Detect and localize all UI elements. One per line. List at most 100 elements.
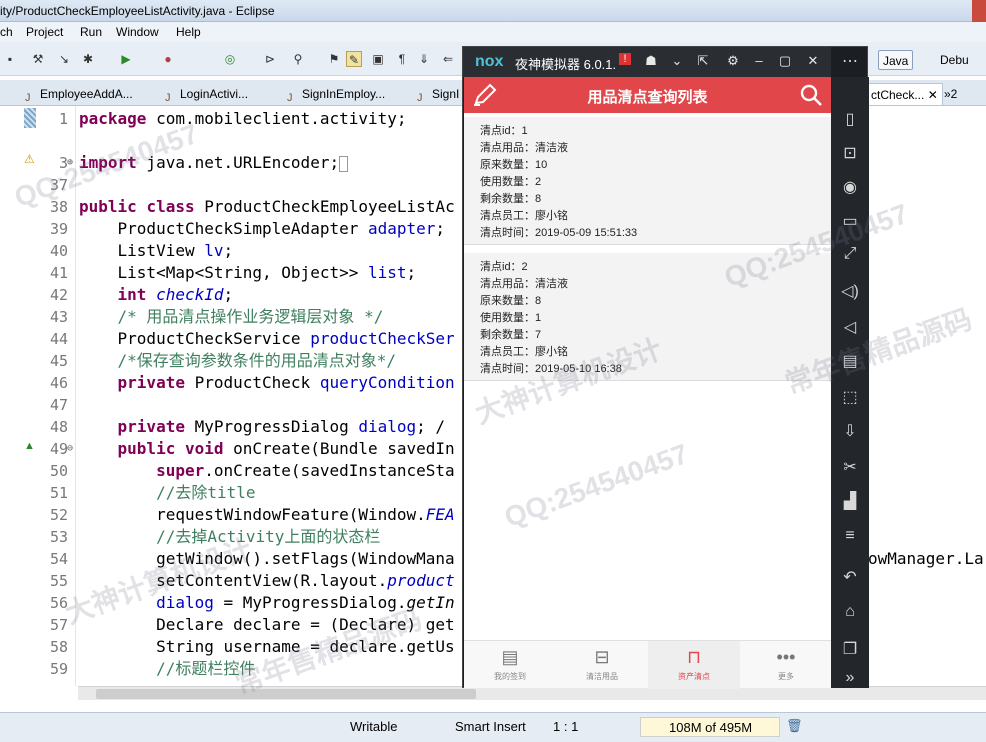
menu-project[interactable]: Project <box>26 25 63 39</box>
line-number: 47 <box>49 396 68 414</box>
tab-product-check-active[interactable]: ctCheck... ✕ <box>856 83 943 105</box>
menu-run[interactable]: Run <box>80 25 102 39</box>
chevron-down-icon[interactable]: ⌄ <box>669 53 685 69</box>
minimize-icon[interactable]: – <box>751 53 767 68</box>
fold-collapse-icon[interactable]: ⊖ <box>67 438 73 460</box>
tab-signin-employee[interactable]: J SignInEmploy... <box>284 83 385 105</box>
java-perspective-button[interactable]: Java <box>878 50 914 70</box>
menu-icon[interactable]: ≡ <box>831 527 869 545</box>
search-icon[interactable] <box>799 83 823 107</box>
more-icon: ••• <box>776 647 796 667</box>
toolbar-skip-icon[interactable]: ↘ <box>56 51 72 67</box>
back-arrow-icon[interactable]: ↶ <box>831 567 869 587</box>
emulator-sidebar: ⋯ ▯ ⊡ ◉ ▭ ⤢ ◁) ◁ ▤ ⬚ ⇩ ✂ ▟ ≡ ↶ ⌂ ❐ » <box>831 53 869 688</box>
nav-label: 我的签到 <box>494 672 526 681</box>
line-number: 56 <box>49 594 68 612</box>
scrollbar-thumb[interactable] <box>96 689 476 699</box>
tab-label: SignInEmploy... <box>302 87 386 101</box>
window-close-button[interactable] <box>972 0 986 22</box>
bottom-navigation: ▤ 我的签到 ⊟ 清洁用品 ⊓ 资产清点 ••• 更多 <box>464 640 832 689</box>
list-item[interactable]: 清点id：2 清点用品：清洁液 原来数量：8 使用数量：1 剩余数量：7 清点员… <box>464 253 831 381</box>
nav-more[interactable]: ••• 更多 <box>740 641 832 689</box>
screen-record-icon[interactable]: ⬚ <box>831 387 869 407</box>
menu-help[interactable]: Help <box>176 25 201 39</box>
apk-install-icon[interactable]: ⇩ <box>831 421 869 441</box>
phone-icon[interactable]: ▯ <box>831 109 869 129</box>
annotation-icon[interactable]: ⚑ <box>326 51 342 67</box>
external-tools-icon[interactable]: ● <box>160 51 176 67</box>
location-icon[interactable]: ◉ <box>831 177 869 197</box>
home-icon[interactable]: ⌂ <box>831 603 869 621</box>
pin-icon[interactable]: ⇱ <box>695 53 711 69</box>
back-icon[interactable]: ⇐ <box>440 51 456 67</box>
open-type-icon[interactable]: ⊳ <box>262 51 278 67</box>
eclipse-title-bar: ity/ProductCheckEmployeeListActivity.jav… <box>0 0 986 22</box>
block-select-icon[interactable]: ▣ <box>370 51 386 67</box>
cursor-position: 1 : 1 <box>553 719 579 734</box>
next-annotation-icon[interactable]: ⇓ <box>416 51 432 67</box>
line-number: 37 <box>49 176 68 194</box>
tab-label: ctCheck... <box>871 88 925 102</box>
line-number: 45 <box>49 352 68 370</box>
debug-icon[interactable]: ✱ <box>80 51 96 67</box>
record-field: 清点员工：廖小铭 <box>480 346 568 358</box>
toolbox-icon[interactable]: ▤ <box>831 351 869 371</box>
window-title: ity/ProductCheckEmployeeListActivity.jav… <box>0 4 275 18</box>
fullscreen-icon[interactable]: ⤢ <box>831 245 869 263</box>
tab-label: SignI <box>432 87 460 101</box>
line-number: 54 <box>49 550 68 568</box>
list-item[interactable]: 清点id：1 清点用品：清洁液 原来数量：10 使用数量：2 剩余数量：8 清点… <box>464 117 831 245</box>
fold-expand-icon[interactable]: ⊕ <box>67 152 73 174</box>
tab-overflow[interactable]: »2 <box>940 83 957 105</box>
volume-up-icon[interactable]: ◁) <box>831 281 869 301</box>
line-number: 58 <box>49 638 68 656</box>
debug-perspective-button[interactable]: Debu <box>936 50 973 70</box>
scissors-icon[interactable]: ✂ <box>831 457 869 477</box>
garbage-collect-icon[interactable]: 🗑 <box>786 718 803 734</box>
emulator-window: nox 夜神模拟器 6.0.1. ! ☗ ⌄ ⇱ ⚙ – ▢ ✕ 用品清点查询列… <box>462 46 869 689</box>
home-shirt-icon[interactable]: ☗ <box>643 53 659 69</box>
tab-employee-add[interactable]: J EmployeeAddA... <box>22 83 133 105</box>
emulator-close-icon[interactable]: ✕ <box>805 53 821 69</box>
multi-instance-icon[interactable]: ▟ <box>831 491 869 511</box>
tab-signin[interactable]: J SignI <box>414 83 459 105</box>
highlight-icon[interactable]: ✎ <box>346 51 362 67</box>
nav-my-signin[interactable]: ▤ 我的签到 <box>464 641 556 689</box>
whitespace-icon[interactable]: ¶ <box>394 51 410 67</box>
nav-label: 更多 <box>778 672 794 681</box>
recent-apps-icon[interactable]: ❐ <box>831 639 869 659</box>
tab-login-activity[interactable]: J LoginActivi... <box>162 83 248 105</box>
volume-down-icon[interactable]: ◁ <box>831 317 869 337</box>
app-title: 用品清点查询列表 <box>587 89 708 106</box>
maximize-icon[interactable]: ▢ <box>777 53 793 69</box>
close-tab-icon[interactable]: ✕ <box>928 88 938 102</box>
insert-mode-status: Smart Insert <box>455 719 526 734</box>
menu-search[interactable]: ch <box>0 25 13 39</box>
heap-status: 108M of 495M <box>640 717 780 737</box>
record-field: 清点时间：2019-05-10 16:38 <box>480 363 622 375</box>
record-field: 使用数量：2 <box>480 176 542 188</box>
robot-icon[interactable]: ⊡ <box>831 143 869 163</box>
line-number: 39 <box>49 220 68 238</box>
new-class-icon[interactable]: ◎ <box>222 51 238 67</box>
run-icon[interactable]: ▶ <box>118 51 134 67</box>
alert-icon[interactable]: ! <box>619 53 631 65</box>
nav-cleaning-products[interactable]: ⊟ 清洁用品 <box>556 641 648 689</box>
tab-label: LoginActivi... <box>180 87 249 101</box>
menu-window[interactable]: Window <box>116 25 159 39</box>
line-number: 42 <box>49 286 68 304</box>
line-number: 57 <box>49 616 68 634</box>
line-number: 51 <box>49 484 68 502</box>
emulator-name: 夜神模拟器 6.0.1. <box>515 57 617 72</box>
nav-asset-check[interactable]: ⊓ 资产清点 <box>648 641 740 689</box>
toolbar-build-icon[interactable]: ⚒ <box>30 51 46 67</box>
record-field: 清点id：1 <box>480 125 528 137</box>
expand-sidebar-icon[interactable]: » <box>831 669 869 687</box>
toolbar-new-icon[interactable]: ▪ <box>2 51 18 67</box>
more-options-icon[interactable]: ⋯ <box>831 51 869 71</box>
settings-gear-icon[interactable]: ⚙ <box>725 53 741 69</box>
line-number: 43 <box>49 308 68 326</box>
app-header: 用品清点查询列表 <box>464 77 831 113</box>
search-toolbar-icon[interactable]: ⚲ <box>290 51 306 67</box>
keyboard-icon[interactable]: ▭ <box>831 211 869 231</box>
